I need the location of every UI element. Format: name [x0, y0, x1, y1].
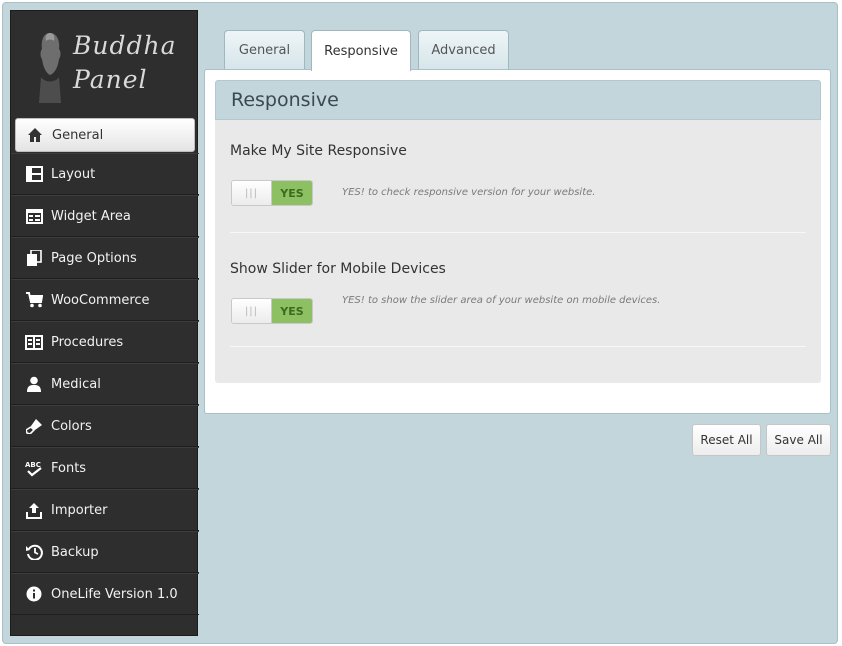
sidebar-item-procedures[interactable]: Procedures — [11, 321, 199, 363]
logo-word-2: Panel — [73, 65, 148, 94]
sidebar-item-label: Widget Area — [51, 208, 131, 224]
sidebar-item-label: Fonts — [51, 460, 87, 476]
sidebar-item-layout[interactable]: Layout — [11, 153, 199, 195]
divider — [230, 232, 806, 233]
sidebar-item-label: Layout — [51, 166, 96, 182]
user-icon — [25, 375, 43, 393]
sidebar-item-medical[interactable]: Medical — [11, 363, 199, 405]
toggle-state-label: YES — [272, 181, 312, 205]
sidebar-item-widget-area[interactable]: Widget Area — [11, 195, 199, 237]
panel-title: Responsive — [215, 80, 821, 120]
divider — [230, 346, 806, 347]
upload-icon — [25, 501, 43, 519]
toggle-grip-icon: ||| — [232, 181, 272, 205]
sidebar-item-label: Medical — [51, 376, 101, 392]
history-icon — [25, 543, 43, 561]
sidebar-item-version[interactable]: OneLife Version 1.0 — [11, 573, 199, 615]
option-description: YES! to check responsive version for you… — [342, 187, 596, 198]
option-title: Make My Site Responsive — [230, 143, 407, 159]
widget-icon — [25, 207, 43, 225]
cart-icon — [25, 291, 43, 309]
sidebar: Buddha Panel General Layout Widget Area — [10, 10, 199, 636]
brush-icon — [25, 417, 43, 435]
sidebar-item-page-options[interactable]: Page Options — [11, 237, 199, 279]
logo: Buddha Panel — [11, 11, 199, 115]
toggle-state-label: YES — [272, 299, 312, 323]
sidebar-item-importer[interactable]: Importer — [11, 489, 199, 531]
sidebar-item-general[interactable]: General — [15, 118, 195, 152]
tab-general[interactable]: General — [224, 30, 305, 70]
info-icon — [25, 585, 43, 603]
toggle-grip-icon: ||| — [232, 299, 272, 323]
spellcheck-icon: ABC — [25, 459, 43, 477]
tab-advanced[interactable]: Advanced — [418, 30, 509, 70]
svg-text:ABC: ABC — [25, 461, 41, 469]
logo-word-1: Buddha — [73, 31, 177, 60]
sidebar-item-label: OneLife Version 1.0 — [51, 586, 178, 602]
pages-icon — [25, 249, 43, 267]
mobile-slider-toggle[interactable]: ||| YES — [231, 298, 313, 324]
option-title: Show Slider for Mobile Devices — [230, 261, 446, 277]
sidebar-item-fonts[interactable]: ABC Fonts — [11, 447, 199, 489]
panel-body: Make My Site Responsive ||| YES YES! to … — [215, 120, 821, 383]
settings-panel: Responsive Make My Site Responsive ||| Y… — [204, 69, 831, 414]
procedures-icon — [25, 333, 43, 351]
home-icon — [26, 126, 44, 144]
sidebar-item-label: Importer — [51, 502, 108, 518]
buddha-logo-icon — [39, 33, 61, 103]
sidebar-item-colors[interactable]: Colors — [11, 405, 199, 447]
sidebar-item-backup[interactable]: Backup — [11, 531, 199, 573]
layout-icon — [25, 165, 43, 183]
sidebar-item-label: Colors — [51, 418, 92, 434]
option-description: YES! to show the slider area of your web… — [342, 295, 661, 306]
sidebar-nav: General Layout Widget Area Page Options … — [11, 115, 199, 615]
reset-all-button[interactable]: Reset All — [692, 424, 761, 456]
sidebar-item-label: Page Options — [51, 250, 137, 266]
sidebar-item-label: Procedures — [51, 334, 124, 350]
save-all-button[interactable]: Save All — [766, 424, 831, 456]
sidebar-item-woocommerce[interactable]: WooCommerce — [11, 279, 199, 321]
sidebar-item-label: General — [52, 127, 104, 143]
sidebar-item-label: Backup — [51, 544, 99, 560]
sidebar-item-label: WooCommerce — [51, 292, 150, 308]
responsive-toggle[interactable]: ||| YES — [231, 180, 313, 206]
tab-responsive[interactable]: Responsive — [311, 30, 411, 71]
